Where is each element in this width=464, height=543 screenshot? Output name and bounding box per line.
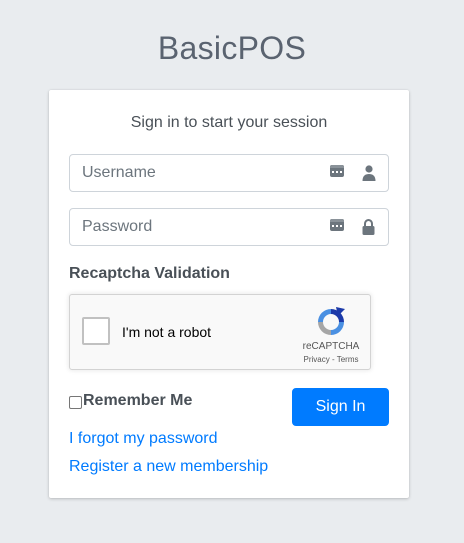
forgot-password-link[interactable]: I forgot my password	[69, 430, 218, 448]
recaptcha-logo-icon	[318, 307, 345, 335]
login-message: Sign in to start your session	[130, 114, 328, 131]
recaptcha-checkbox-label: I'm not a robot	[122, 324, 212, 340]
remember-me-checkbox[interactable]	[69, 395, 82, 409]
recaptcha-label: Recaptcha Validation	[69, 265, 230, 282]
recaptcha-brand: reCAPTCHA	[302, 341, 360, 352]
app-logo: BasicPOS	[0, 30, 464, 67]
logo-text-pos: POS	[237, 30, 307, 66]
keyboard-icon[interactable]	[330, 165, 344, 177]
username-input[interactable]	[82, 155, 322, 191]
logo-text-basic: Basic	[157, 30, 238, 66]
login-card: Sign in to start your session Recaptcha …	[49, 90, 409, 498]
recaptcha-checkbox[interactable]	[82, 317, 110, 345]
password-field-group	[69, 208, 389, 246]
password-input[interactable]	[82, 209, 322, 245]
recaptcha-widget: I'm not a robot reCAPTCHA Privacy - Term…	[69, 294, 371, 370]
user-icon	[362, 165, 376, 181]
remember-me[interactable]: Remember Me	[69, 392, 192, 410]
username-field-group	[69, 154, 389, 192]
remember-me-label: Remember Me	[83, 392, 193, 409]
keyboard-icon[interactable]	[330, 219, 344, 231]
sign-in-button[interactable]: Sign In	[292, 388, 389, 426]
register-link[interactable]: Register a new membership	[69, 458, 268, 476]
recaptcha-privacy-terms-link[interactable]: Privacy - Terms	[290, 355, 372, 364]
lock-icon	[362, 219, 375, 235]
